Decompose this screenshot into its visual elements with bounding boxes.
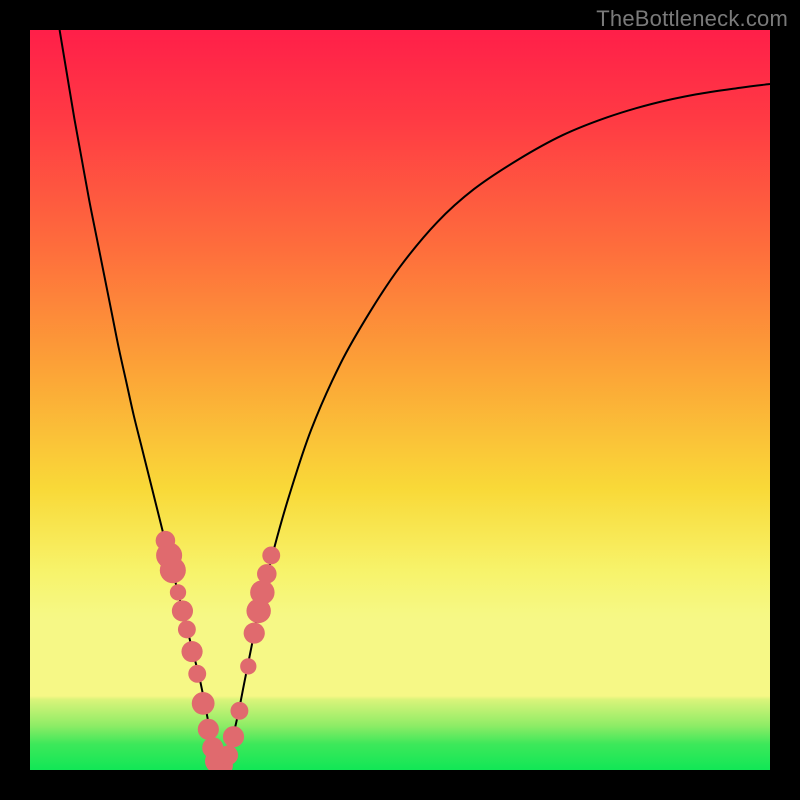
- data-marker: [262, 546, 280, 564]
- data-marker: [198, 719, 219, 740]
- data-marker: [219, 745, 239, 765]
- data-marker: [172, 600, 193, 621]
- data-marker: [160, 557, 186, 583]
- gradient-background: [30, 30, 770, 770]
- watermark-text: TheBottleneck.com: [596, 6, 788, 32]
- data-marker: [192, 692, 215, 715]
- chart-frame: TheBottleneck.com: [0, 0, 800, 800]
- data-marker: [178, 620, 196, 638]
- data-marker: [257, 564, 277, 584]
- plot-area-container: [30, 30, 770, 770]
- bottleneck-chart: [30, 30, 770, 770]
- data-marker: [188, 665, 206, 683]
- data-marker: [181, 641, 202, 662]
- data-marker: [170, 584, 186, 600]
- data-marker: [250, 580, 274, 604]
- data-marker: [240, 658, 256, 674]
- data-marker: [230, 702, 248, 720]
- data-marker: [244, 623, 265, 644]
- data-marker: [223, 726, 244, 747]
